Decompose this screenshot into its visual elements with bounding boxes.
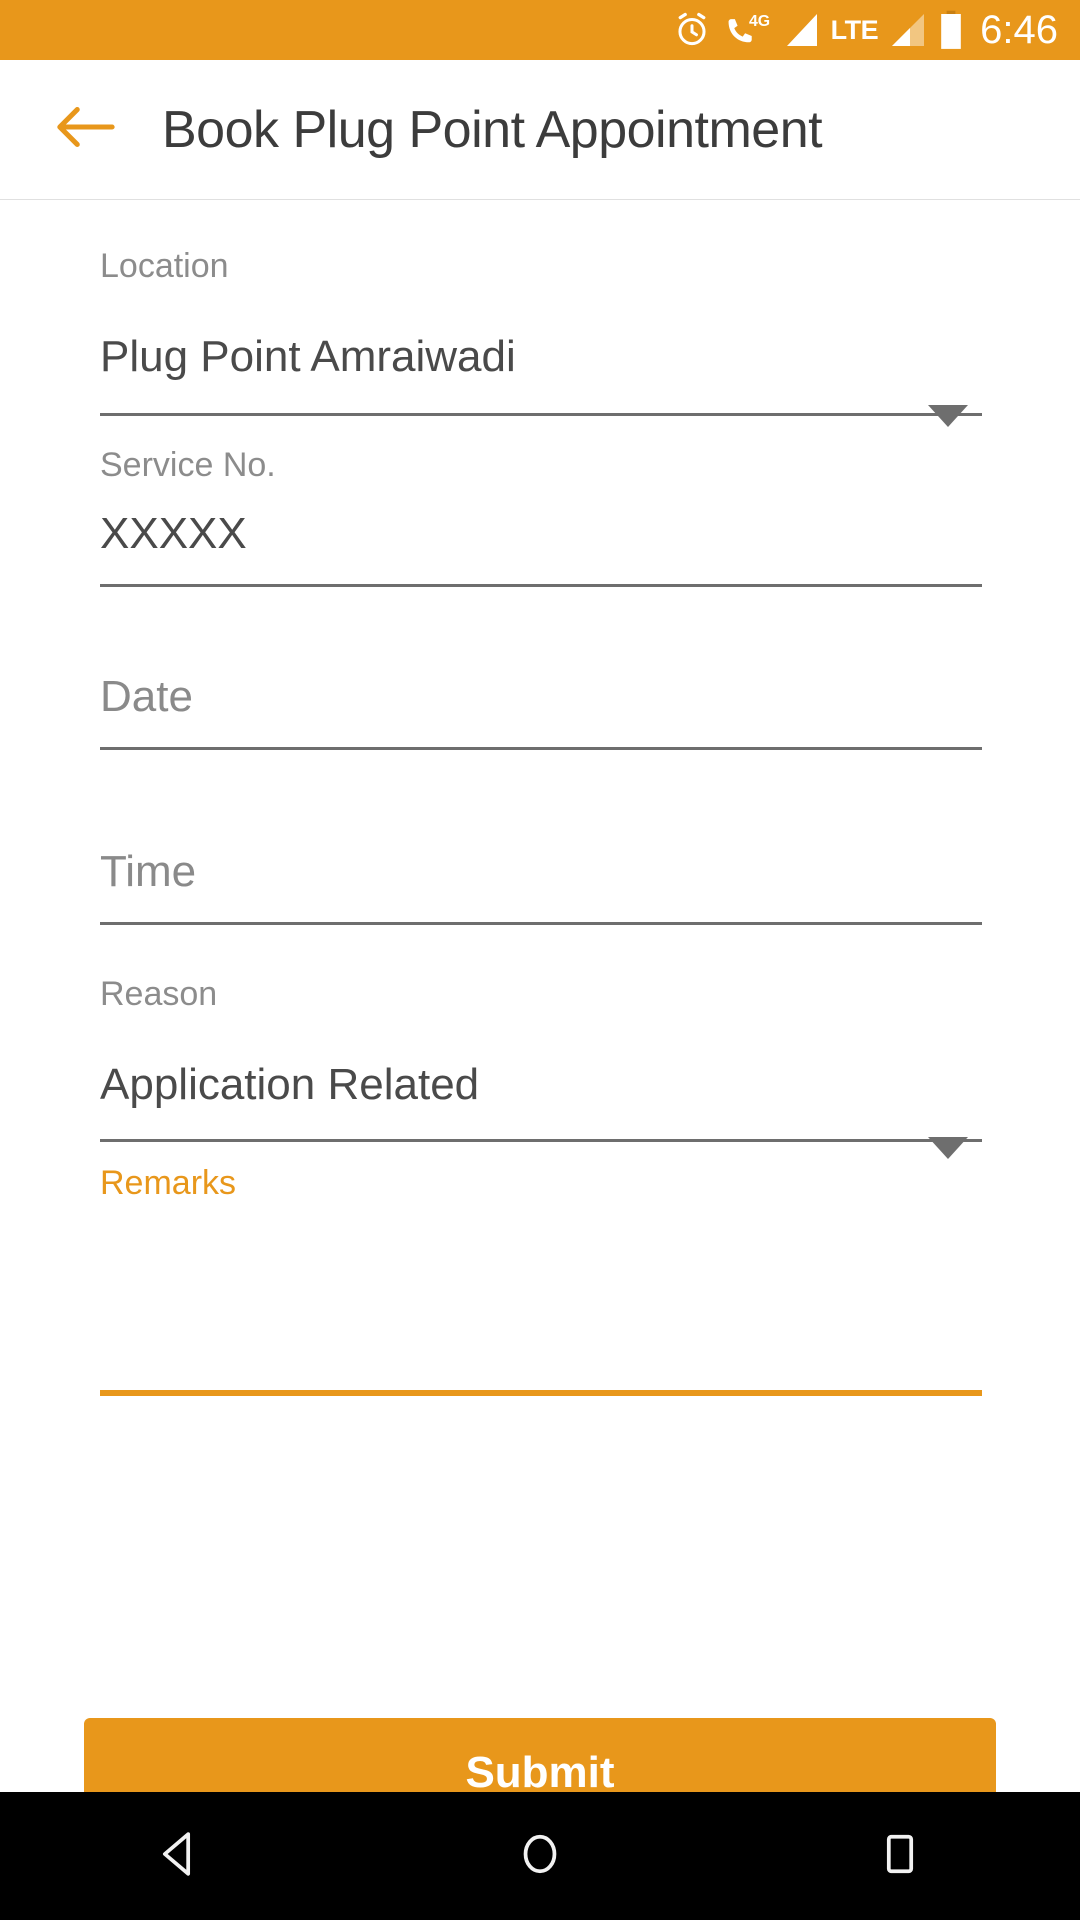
nav-home-button[interactable] [460, 1826, 620, 1887]
page-title: Book Plug Point Appointment [162, 100, 823, 159]
phone-4g-icon: 4G [725, 11, 773, 49]
back-button[interactable] [30, 103, 140, 156]
service-no-underline [100, 584, 982, 587]
circle-icon [512, 1826, 568, 1887]
nav-recents-button[interactable] [820, 1826, 980, 1887]
svg-text:4G: 4G [749, 13, 770, 30]
alarm-clock-icon [673, 11, 711, 49]
remarks-underline [100, 1390, 982, 1396]
date-field[interactable]: Date [0, 675, 1080, 750]
status-bar-icons: 4G LTE [673, 10, 965, 50]
reason-underline [100, 1139, 982, 1142]
triangle-left-icon [152, 1826, 208, 1887]
app-screen: 4G LTE 6:46 Book Plug Point Appointment … [0, 0, 1080, 1920]
reason-value: Application Related [100, 1060, 480, 1109]
location-value: Plug Point Amraiwadi [100, 332, 516, 381]
lte-label: LTE [830, 14, 879, 45]
signal-bars-icon-1 [786, 14, 817, 46]
service-no-label: Service No. [100, 446, 276, 484]
date-underline [100, 747, 982, 750]
chevron-down-icon[interactable] [928, 1137, 968, 1159]
chevron-down-icon[interactable] [928, 405, 968, 427]
service-no-field[interactable]: Service No. XXXXX [0, 448, 1080, 587]
remarks-field[interactable]: Remarks [0, 1166, 1080, 1396]
time-placeholder[interactable]: Time [100, 850, 982, 894]
android-nav-bar [0, 1792, 1080, 1920]
app-bar: Book Plug Point Appointment [0, 60, 1080, 200]
square-icon [872, 1826, 928, 1887]
nav-back-button[interactable] [100, 1826, 260, 1887]
date-placeholder[interactable]: Date [100, 675, 982, 719]
reason-label: Reason [100, 975, 218, 1013]
location-underline [100, 413, 982, 416]
status-bar-clock: 6:46 [980, 8, 1058, 52]
appointment-form: Location Plug Point Amraiwadi Service No… [0, 201, 1080, 1396]
reason-field[interactable]: Reason Application Related [0, 975, 1080, 1159]
battery-icon [938, 10, 964, 50]
time-field[interactable]: Time [0, 850, 1080, 925]
remarks-label: Remarks [100, 1164, 237, 1202]
service-no-value[interactable]: XXXXX [100, 512, 982, 556]
signal-bars-icon-2 [892, 14, 925, 46]
arrow-left-icon [54, 103, 116, 156]
location-field[interactable]: Location Plug Point Amraiwadi [0, 247, 1080, 427]
remarks-input[interactable] [100, 1200, 982, 1390]
location-label: Location [100, 247, 229, 285]
time-underline [100, 922, 982, 925]
status-bar: 4G LTE 6:46 [0, 0, 1080, 60]
